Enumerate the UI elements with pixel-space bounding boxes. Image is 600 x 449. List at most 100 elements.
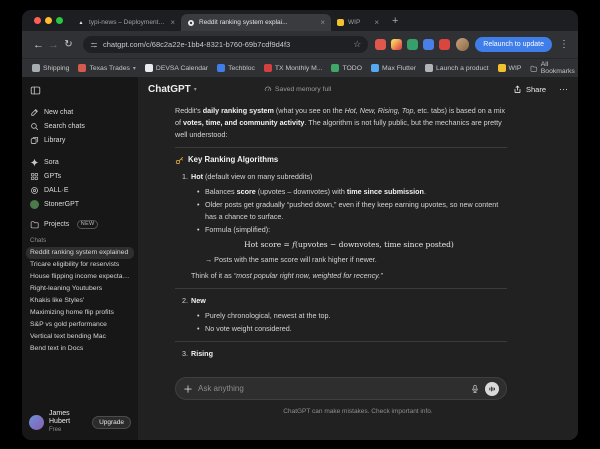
all-bookmarks-button[interactable]: All Bookmarks — [530, 61, 576, 75]
conversation-thread: Reddit's daily ranking system (what you … — [175, 101, 507, 377]
profile-avatar[interactable] — [456, 38, 469, 51]
bookmark-star-icon[interactable]: ☆ — [353, 40, 361, 49]
sidebar-item-dalle[interactable]: DALL·E — [26, 183, 134, 197]
bookmark-favicon — [217, 64, 225, 72]
share-button[interactable]: Share — [526, 85, 546, 94]
bullet-item: •Older posts get gradually “pushed down,… — [175, 199, 507, 223]
bookmark-todo[interactable]: TODO — [331, 64, 362, 72]
bullet-text: Purely chronological, newest at the top. — [205, 310, 330, 322]
memory-status-label: Saved memory full — [275, 86, 331, 93]
extension-icon[interactable] — [423, 39, 434, 50]
chat-list-item[interactable]: House flipping income expectatio... — [26, 271, 134, 283]
section-heading: Key Ranking Algorithms — [175, 154, 507, 166]
sidebar-item-library[interactable]: Library — [26, 133, 134, 147]
window-controls — [22, 17, 71, 24]
sidebar-item-search-chats[interactable]: Search chats — [26, 119, 134, 133]
bullet-item: •Balances score (upvotes – downvotes) wi… — [175, 186, 507, 198]
relaunch-to-update-button[interactable]: Relaunch to update — [475, 37, 552, 52]
extension-icon[interactable] — [391, 39, 402, 50]
address-bar[interactable]: chatgpt.com/c/68c2a22e-1bb4-8321-b760-69… — [83, 36, 368, 53]
bookmark-label: TODO — [342, 65, 362, 72]
attach-plus-icon[interactable] — [183, 384, 193, 394]
chat-list-item[interactable]: Khakis like Styles' — [26, 295, 134, 307]
reload-button[interactable]: ↻ — [61, 39, 76, 50]
sidebar-item-stonergpt[interactable]: StonerGPT — [26, 197, 134, 211]
tab-reddit-ranking[interactable]: Reddit ranking system explai... × — [181, 14, 331, 31]
tab-close-icon[interactable]: × — [374, 19, 379, 27]
tab-close-icon[interactable]: × — [320, 19, 325, 27]
divider — [175, 147, 507, 148]
chevron-down-icon: ▾ — [194, 86, 197, 93]
chat-list-item[interactable]: Tricare eligibility for reservists — [26, 259, 134, 271]
sidebar-toggle-icon[interactable] — [30, 85, 41, 96]
bookmark-tx-monthly[interactable]: TX Monthly M... — [264, 64, 323, 72]
sidebar-item-label: StonerGPT — [44, 201, 79, 208]
chat-list-item[interactable]: Maximizing home flip profits — [26, 307, 134, 319]
disclaimer-text: ChatGPT can make mistakes. Check importa… — [138, 408, 578, 415]
dalle-icon — [30, 186, 39, 195]
mic-icon[interactable] — [470, 384, 480, 394]
bookmark-max-flutter[interactable]: Max Flutter — [371, 64, 416, 72]
list-item: 3. Rising — [175, 348, 507, 360]
sidebar-item-sora[interactable]: Sora — [26, 155, 134, 169]
folder-icon — [30, 220, 39, 229]
sidebar-item-projects[interactable]: Projects NEW — [26, 217, 134, 231]
bookmark-folder-texas-trades[interactable]: Texas Trades▾ — [78, 64, 135, 72]
sidebar-item-label: Projects — [44, 221, 69, 228]
chat-header: ChatGPT ▾ Saved memory full Share ⋯ — [138, 77, 578, 101]
bullet-item: •Purely chronological, newest at the top… — [175, 310, 507, 322]
model-selector[interactable]: ChatGPT — [148, 84, 191, 95]
message-input[interactable] — [198, 384, 465, 393]
chat-list-item[interactable]: S&P vs gold performance — [26, 319, 134, 331]
voice-mode-button[interactable] — [485, 382, 499, 396]
upgrade-button[interactable]: Upgrade — [92, 416, 131, 429]
back-button[interactable]: ← — [31, 39, 46, 51]
close-window-button[interactable] — [34, 17, 41, 24]
bookmark-favicon — [331, 64, 339, 72]
sidebar-item-gpts[interactable]: GPTs — [26, 169, 134, 183]
browser-menu-icon[interactable]: ⋮ — [552, 39, 569, 50]
tab-typi-news[interactable]: ▲ typi-news – Deployments – V... × — [71, 14, 181, 31]
bookmark-label: Techbloc — [228, 65, 255, 72]
extension-icon[interactable] — [375, 39, 386, 50]
chat-list-item[interactable]: Vertical text bending Mac — [26, 331, 134, 343]
extension-icon[interactable] — [407, 39, 418, 50]
sidebar-item-label: Library — [44, 137, 65, 144]
chat-list-item[interactable]: Bend text in Docs — [26, 343, 134, 355]
site-info-icon[interactable] — [90, 41, 98, 49]
bookmark-favicon — [78, 64, 86, 72]
bullet-text: Balances score (upvotes – downvotes) wit… — [205, 186, 426, 198]
sidebar-item-new-chat[interactable]: New chat — [26, 105, 134, 119]
composer[interactable] — [175, 377, 507, 400]
bookmark-label: Launch a product — [436, 65, 489, 72]
bookmark-devsa-calendar[interactable]: DEVSA Calendar — [145, 64, 208, 72]
memory-status[interactable]: Saved memory full — [264, 77, 331, 101]
account-row[interactable]: James Hubert Free Upgrade — [22, 404, 138, 440]
sidebar-item-label: New chat — [44, 109, 73, 116]
conversation-menu-icon[interactable]: ⋯ — [559, 84, 568, 95]
vercel-favicon: ▲ — [77, 20, 85, 26]
bookmark-wip[interactable]: WIP — [498, 64, 522, 72]
new-badge: NEW — [77, 220, 98, 229]
extension-icon[interactable] — [439, 39, 450, 50]
extensions-area — [375, 39, 450, 50]
bullet-item: •Formula (simplified): — [175, 224, 507, 236]
library-icon — [30, 136, 39, 145]
zoom-window-button[interactable] — [56, 17, 63, 24]
bookmark-shipping[interactable]: Shipping — [32, 64, 69, 72]
new-tab-button[interactable]: + — [385, 15, 405, 27]
all-bookmarks-label: All Bookmarks — [541, 61, 577, 75]
bookmark-label: Texas Trades — [89, 65, 129, 72]
tab-wip[interactable]: WIP × — [331, 14, 385, 31]
bookmark-launch-a-product[interactable]: Launch a product — [425, 64, 489, 72]
bookmark-label: Max Flutter — [382, 65, 416, 72]
chat-list-item[interactable]: Right-leaning Youtubers — [26, 283, 134, 295]
sidebar-item-label: Sora — [44, 159, 59, 166]
bookmark-techbloc[interactable]: Techbloc — [217, 64, 255, 72]
forward-button[interactable]: → — [46, 39, 61, 51]
chat-list-item[interactable]: Reddit ranking system explained — [26, 247, 134, 259]
tab-close-icon[interactable]: × — [170, 19, 175, 27]
tab-label: typi-news – Deployments – V... — [89, 19, 166, 26]
minimize-window-button[interactable] — [45, 17, 52, 24]
chatgpt-app: New chat Search chats Library Sora — [22, 77, 578, 440]
